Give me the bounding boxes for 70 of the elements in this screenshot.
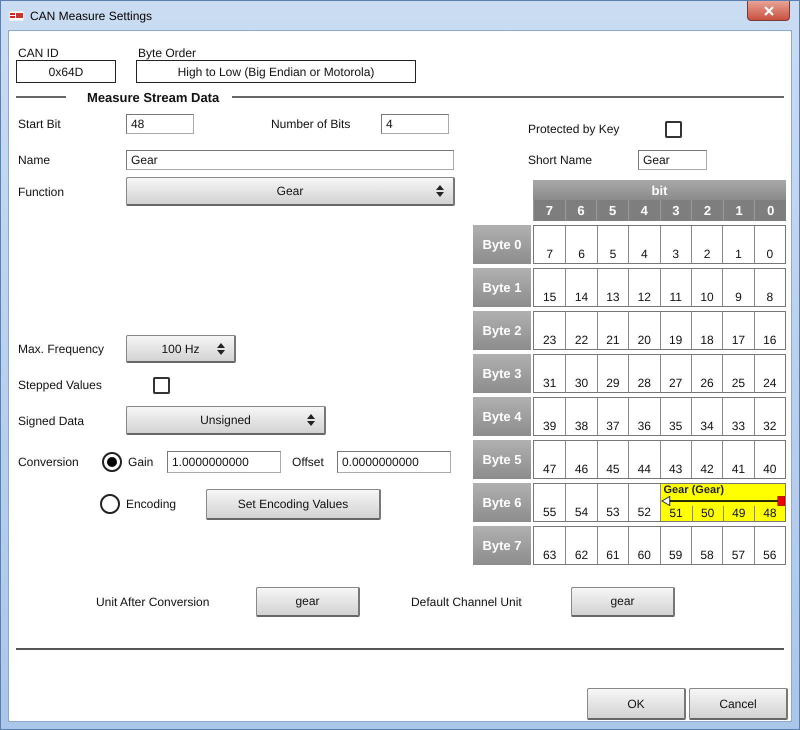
row-header: Byte 7 [473, 526, 531, 565]
input-field[interactable]: 4 [381, 114, 449, 134]
row-header: Byte 4 [473, 397, 531, 436]
column-header: 4 [628, 200, 660, 221]
input-field[interactable]: 0.0000000000 [337, 450, 451, 472]
window-title: CAN Measure Settings [30, 8, 152, 22]
field-label: Start Bit [17, 117, 62, 131]
row-header: Byte 6 [473, 483, 531, 522]
input-field[interactable]: Gear [126, 150, 454, 170]
field-label: Name [17, 153, 52, 167]
field-label: Stepped Values [17, 378, 103, 392]
dropdown[interactable]: Gear [126, 177, 455, 206]
close-icon [764, 6, 774, 16]
bit-cell[interactable]: 42 [690, 441, 722, 478]
dialog-button[interactable]: OK [587, 688, 686, 720]
column-header: 2 [691, 200, 723, 221]
can-id-field: 0x64D [16, 60, 116, 83]
row-header: Byte 1 [473, 268, 531, 307]
dropdown[interactable]: 100 Hz [126, 335, 236, 363]
field-label: Function [17, 184, 66, 198]
section-title: Measure Stream Data [86, 90, 220, 104]
dialog-button[interactable]: Cancel [689, 688, 788, 720]
bit-cell[interactable]: 34 [690, 398, 722, 435]
unit-button[interactable]: gear [256, 586, 360, 616]
input-field[interactable]: Gear [638, 150, 707, 170]
sort-arrows-icon [436, 185, 444, 197]
column-header: 5 [596, 200, 628, 221]
close-button[interactable] [747, 1, 790, 21]
sort-arrows-icon [307, 414, 315, 426]
bit-cell[interactable]: 58 [690, 527, 722, 564]
field-label: Max. Frequency [17, 342, 106, 356]
column-header: 6 [564, 200, 596, 221]
signal-label: Gear (Gear) [662, 484, 726, 496]
set-encoding-button[interactable]: Set Encoding Values [206, 488, 381, 520]
column-header: 3 [660, 200, 692, 221]
row-header: Byte 5 [473, 440, 531, 479]
field-label: Number of Bits [271, 117, 352, 131]
field-label: Byte Order [137, 46, 198, 60]
app-icon [9, 10, 24, 20]
bit-cell[interactable]: 26 [690, 355, 722, 392]
field-label: Signed Data [17, 414, 86, 428]
radio-button[interactable] [100, 494, 120, 514]
column-header: bit [533, 180, 786, 200]
column-header: 0 [754, 200, 786, 221]
byte-order-field: High to Low (Big Endian or Motorola) [136, 60, 416, 83]
input-field[interactable]: 48 [126, 114, 194, 134]
field-label: Default Channel Unit [411, 594, 523, 608]
field-label: CAN ID [17, 46, 60, 60]
row-header: Byte 3 [473, 354, 531, 393]
input-field[interactable]: 1.0000000000 [167, 450, 281, 472]
bit-cell[interactable]: 2 [690, 226, 722, 263]
dropdown[interactable]: Unsigned [126, 406, 326, 435]
row-header: Byte 0 [473, 225, 531, 264]
bit-cell[interactable]: 18 [690, 312, 722, 349]
field-label: Protected by Key [528, 122, 620, 136]
row-header: Byte 2 [473, 311, 531, 350]
field-label: Conversion [17, 454, 80, 468]
column-header: 7 [533, 200, 565, 221]
field-label: Short Name [528, 153, 594, 167]
bit-cell[interactable]: 10 [690, 269, 722, 306]
unit-button[interactable]: gear [571, 586, 675, 616]
sort-arrows-icon [217, 342, 225, 354]
checkbox[interactable] [665, 120, 682, 138]
column-header: 1 [722, 200, 754, 221]
radio-button[interactable] [102, 452, 122, 472]
field-label: Unit After Conversion [96, 594, 210, 608]
checkbox[interactable] [153, 376, 170, 394]
field-label: Offset [292, 454, 325, 468]
radio-label: Encoding [126, 497, 178, 511]
radio-label: Gain [128, 454, 154, 468]
